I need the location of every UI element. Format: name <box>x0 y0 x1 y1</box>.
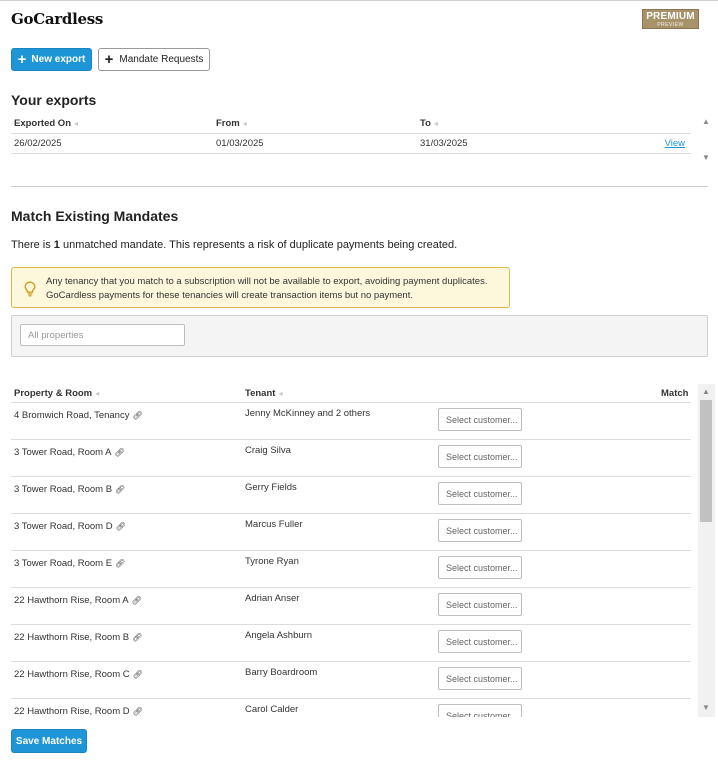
tenant-name: Angela Ashburn <box>245 630 313 641</box>
your-exports-heading: Your exports <box>11 92 97 108</box>
unmatched-info: There is 1 unmatched mandate. This repre… <box>11 239 458 251</box>
select-customer-dropdown[interactable]: Select customer... <box>438 667 522 690</box>
link-icon: 🔗︎ <box>132 633 143 642</box>
mandate-requests-label: Mandate Requests <box>119 54 204 65</box>
table-row: 22 Hawthorn Rise, Room A 🔗︎ Adrian Anser … <box>11 588 691 625</box>
select-customer-dropdown[interactable]: Select customer... <box>438 445 522 468</box>
col-exported-on[interactable]: Exported On ◂ <box>14 118 78 129</box>
select-customer-dropdown[interactable]: Select customer... <box>438 704 522 717</box>
table-row: 22 Hawthorn Rise, Room B 🔗︎ Angela Ashbur… <box>11 625 691 662</box>
property-room: 3 Tower Road, Room E 🔗︎ <box>14 558 126 569</box>
save-matches-button[interactable]: Save Matches <box>11 729 87 753</box>
sort-icon: ◂ <box>278 389 283 398</box>
mandate-requests-button[interactable]: + Mandate Requests <box>98 48 210 71</box>
select-customer-dropdown[interactable]: Select customer... <box>438 519 522 542</box>
property-room: 22 Hawthorn Rise, Room C 🔗︎ <box>14 669 143 680</box>
table-row: 3 Tower Road, Room B 🔗︎ Gerry Fields Sele… <box>11 477 691 514</box>
property-room: 4 Bromwich Road, Tenancy 🔗︎ <box>14 410 143 421</box>
from-value: 01/03/2025 <box>216 138 264 149</box>
exports-table: Exported On ◂ From ◂ To ◂ 26/02/2025 01/03/… <box>11 114 691 154</box>
tenant-name: Carol Calder <box>245 704 299 715</box>
to-value: 31/03/2025 <box>420 138 468 149</box>
table-row: 4 Bromwich Road, Tenancy 🔗︎ Jenny McKinne… <box>11 403 691 440</box>
property-room: 3 Tower Road, Room A 🔗︎ <box>14 447 125 458</box>
tenant-name: Craig Silva <box>245 445 291 456</box>
section-divider <box>11 186 708 187</box>
select-customer-dropdown[interactable]: Select customer... <box>438 408 522 431</box>
new-export-label: New export <box>31 54 86 65</box>
view-link[interactable]: View <box>665 138 685 149</box>
scroll-up-icon[interactable]: ▲ <box>702 117 710 126</box>
badge-title: PREMIUM <box>646 11 695 22</box>
sort-icon: ◂ <box>74 119 79 128</box>
link-icon: 🔗︎ <box>114 448 125 457</box>
table-row: 22 Hawthorn Rise, Room D 🔗︎ Carol Calder … <box>11 699 691 717</box>
scroll-up-icon[interactable]: ▲ <box>702 387 710 396</box>
exports-table-header: Exported On ◂ From ◂ To ◂ <box>11 114 691 134</box>
col-to[interactable]: To ◂ <box>420 118 438 129</box>
lightbulb-icon <box>24 281 36 297</box>
table-row: 3 Tower Road, Room E 🔗︎ Tyrone Ryan Selec… <box>11 551 691 588</box>
table-row: 3 Tower Road, Room D 🔗︎ Marcus Fuller Sel… <box>11 514 691 551</box>
col-from[interactable]: From ◂ <box>216 118 247 129</box>
col-property-room[interactable]: Property & Room ◂ <box>14 388 99 399</box>
exported-on-value: 26/02/2025 <box>14 138 62 149</box>
scroll-down-icon[interactable]: ▼ <box>702 153 710 162</box>
link-icon: 🔗︎ <box>132 707 143 716</box>
property-room: 22 Hawthorn Rise, Room B 🔗︎ <box>14 632 143 643</box>
sort-icon: ◂ <box>242 119 247 128</box>
tenant-name: Tyrone Ryan <box>245 556 299 567</box>
link-icon: 🔗︎ <box>132 411 143 420</box>
col-tenant[interactable]: Tenant ◂ <box>245 388 282 399</box>
col-match: Match <box>661 388 689 399</box>
match-table-scrollbar[interactable]: ▲ ▼ <box>698 384 715 717</box>
property-room: 22 Hawthorn Rise, Room A 🔗︎ <box>14 595 142 606</box>
new-export-button[interactable]: + New export <box>11 48 92 71</box>
warning-notice: Any tenancy that you match to a subscrip… <box>11 267 510 308</box>
link-icon: 🔗︎ <box>132 670 143 679</box>
badge-subtitle: PREVIEW <box>657 22 684 28</box>
table-row: 3 Tower Road, Room A 🔗︎ Craig Silva Selec… <box>11 440 691 477</box>
select-customer-dropdown[interactable]: Select customer... <box>438 593 522 616</box>
tenant-name: Gerry Fields <box>245 482 297 493</box>
plus-icon: + <box>17 51 27 68</box>
link-icon: 🔗︎ <box>115 522 126 531</box>
top-border <box>0 0 718 1</box>
property-room: 3 Tower Road, Room D 🔗︎ <box>14 521 126 532</box>
tenant-name: Adrian Anser <box>245 593 300 604</box>
table-row: 26/02/2025 01/03/2025 31/03/2025 View <box>11 134 691 154</box>
match-table-header: Property & Room ◂ Tenant ◂ Match <box>11 384 691 403</box>
plus-icon: + <box>104 51 114 68</box>
sort-icon: ◂ <box>95 389 100 398</box>
notice-line-2: GoCardless payments for these tenancies … <box>46 290 413 301</box>
tenant-name: Marcus Fuller <box>245 519 303 530</box>
link-icon: 🔗︎ <box>131 596 142 605</box>
property-room: 3 Tower Road, Room B 🔗︎ <box>14 484 126 495</box>
sort-icon: ◂ <box>433 119 438 128</box>
scrollbar-thumb[interactable] <box>700 400 712 522</box>
gocardless-logo: GoCardless <box>11 10 103 28</box>
notice-line-1: Any tenancy that you match to a subscrip… <box>46 276 488 287</box>
premium-preview-badge: PREMIUM PREVIEW <box>642 9 699 29</box>
select-customer-dropdown[interactable]: Select customer... <box>438 482 522 505</box>
filter-bar: All properties <box>11 315 708 357</box>
property-room: 22 Hawthorn Rise, Room D 🔗︎ <box>14 706 143 717</box>
property-filter-input[interactable]: All properties <box>20 324 185 346</box>
table-row: 22 Hawthorn Rise, Room C 🔗︎ Barry Boardro… <box>11 662 691 699</box>
match-table: Property & Room ◂ Tenant ◂ Match 4 Bromwic… <box>11 384 691 717</box>
scroll-down-icon[interactable]: ▼ <box>702 703 710 712</box>
select-customer-dropdown[interactable]: Select customer... <box>438 630 522 653</box>
tenant-name: Jenny McKinney and 2 others <box>245 408 371 419</box>
tenant-name: Barry Boardroom <box>245 667 318 678</box>
match-mandates-heading: Match Existing Mandates <box>11 208 179 224</box>
link-icon: 🔗︎ <box>115 485 126 494</box>
select-customer-dropdown[interactable]: Select customer... <box>438 556 522 579</box>
link-icon: 🔗︎ <box>115 559 126 568</box>
